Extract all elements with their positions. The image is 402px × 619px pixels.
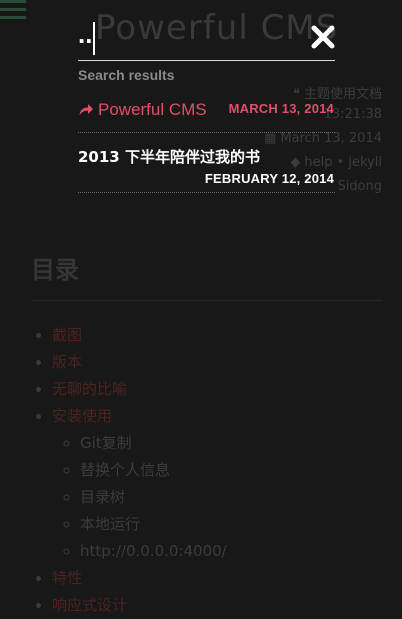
- toc-subitem: Git复制: [80, 430, 227, 457]
- search-underline: [78, 60, 335, 61]
- post-author: Sidong: [337, 179, 382, 194]
- toc-subitem: 替换个人信息: [80, 457, 227, 484]
- search-result[interactable]: Powerful CMS MARCH 13, 2014: [78, 96, 335, 133]
- search-bar: [78, 14, 336, 61]
- toc-subitem: 目录树: [80, 484, 227, 511]
- toc-item[interactable]: 无聊的比喻: [52, 376, 227, 403]
- search-result-title[interactable]: 2013 下半年陪伴过我的书: [78, 146, 260, 167]
- toc-item[interactable]: 响应式设计: [52, 592, 227, 619]
- toc-sublist: Git复制 替换个人信息 目录树 本地运行 http://0.0.0.0:400…: [52, 430, 227, 565]
- close-icon[interactable]: [310, 24, 336, 50]
- toc-divider: [31, 300, 382, 301]
- search-result-date: MARCH 13, 2014: [228, 101, 334, 116]
- share-arrow-icon: [79, 104, 93, 116]
- toc-list: 截图 版本 无聊的比喻 安装使用 Git复制 替换个人信息 目录树 本地运行 h…: [31, 322, 227, 619]
- search-input[interactable]: [78, 14, 308, 54]
- toc-subitem: http://0.0.0.0:4000/: [80, 538, 227, 565]
- search-result[interactable]: 2013 下半年陪伴过我的书 FEBRUARY 12, 2014: [78, 140, 335, 193]
- toc-item[interactable]: 安装使用 Git复制 替换个人信息 目录树 本地运行 http://0.0.0.…: [52, 403, 227, 565]
- search-results-label: Search results: [78, 67, 175, 83]
- toc-item[interactable]: 截图: [52, 322, 227, 349]
- toc-subitem: 本地运行: [80, 511, 227, 538]
- toc-heading: 目录: [31, 256, 79, 284]
- menu-icon[interactable]: [0, 0, 28, 26]
- toc-item[interactable]: 特性: [52, 565, 227, 592]
- text-caret: [93, 22, 95, 55]
- search-result-title[interactable]: Powerful CMS: [78, 100, 207, 120]
- toc-item[interactable]: 版本: [52, 349, 227, 376]
- search-result-date: FEBRUARY 12, 2014: [204, 171, 334, 186]
